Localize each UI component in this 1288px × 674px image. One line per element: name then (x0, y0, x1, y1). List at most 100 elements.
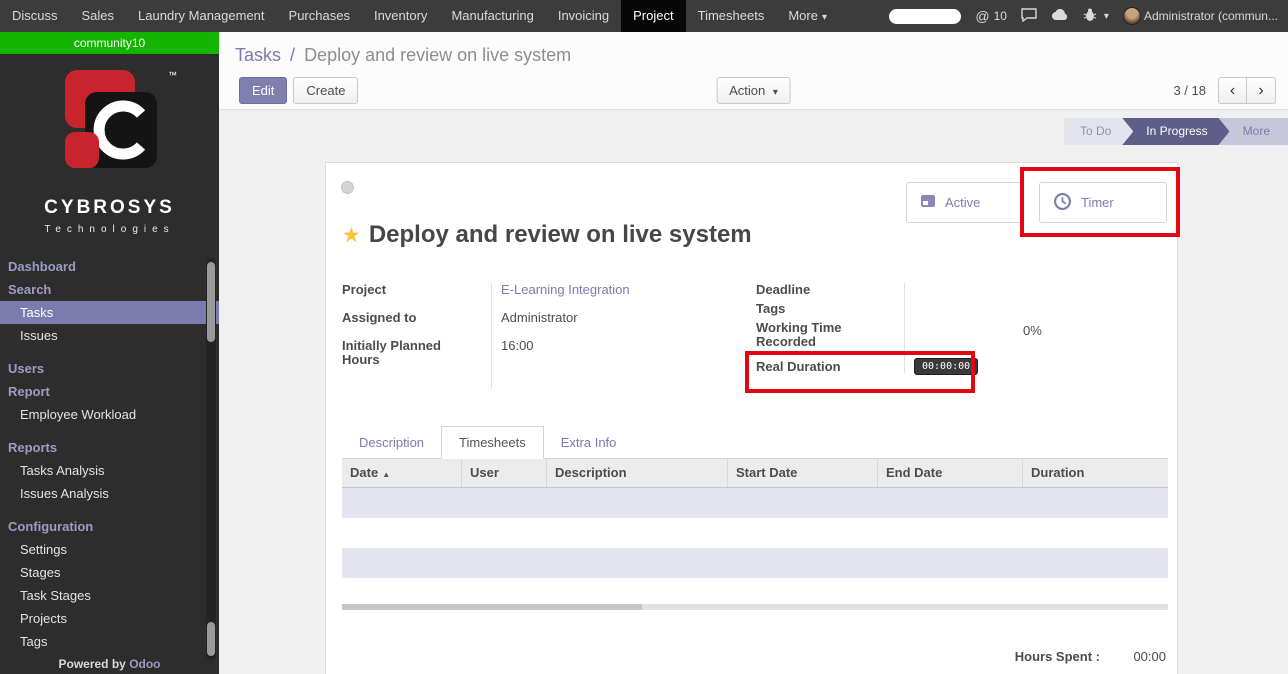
real-duration-label: Real Duration (756, 360, 904, 374)
create-button[interactable]: Create (293, 77, 358, 104)
assigned-to-label: Assigned to (342, 311, 491, 325)
user-name: Administrator (commun... (1144, 9, 1278, 23)
breadcrumb-separator: / (290, 45, 295, 65)
mentions-counter[interactable]: @ 10 (975, 8, 1007, 24)
column-date-label: Date (350, 465, 378, 480)
powered-by: Powered by Odoo (0, 657, 219, 671)
deadline-label: Deadline (756, 283, 904, 297)
database-banner: community10 (0, 32, 219, 54)
column-header-start-date[interactable]: Start Date (728, 459, 878, 487)
top-navbar: Discuss Sales Laundry Management Purchas… (0, 0, 1288, 32)
real-duration-badge: 00:00:00 (914, 358, 978, 375)
project-value-link[interactable]: E-Learning Integration (491, 283, 630, 297)
control-panel: Tasks / Deploy and review on live system… (219, 32, 1288, 110)
timer-button-label: Timer (1081, 195, 1114, 210)
menu-purchases[interactable]: Purchases (277, 0, 362, 32)
odoo-link[interactable]: Odoo (129, 657, 160, 671)
field-planned-hours: Initially Planned Hours 16:00 (342, 339, 672, 367)
column-header-duration[interactable]: Duration (1023, 459, 1168, 487)
user-menu[interactable]: Administrator (commun... (1123, 7, 1278, 25)
menu-inventory[interactable]: Inventory (362, 0, 439, 32)
sidebar-item-issues-analysis[interactable]: Issues Analysis (0, 482, 219, 505)
sidebar-item-tasks[interactable]: Tasks (0, 301, 219, 324)
field-real-duration: Real Duration 00:00:00 (756, 358, 1168, 375)
right-field-group: Deadline Tags Working Time Recorded Real… (756, 283, 1168, 380)
menu-laundry-management[interactable]: Laundry Management (126, 0, 276, 32)
menu-sales[interactable]: Sales (70, 0, 127, 32)
tab-description[interactable]: Description (342, 427, 441, 458)
powered-by-text: Powered by (58, 657, 125, 671)
timer-pill-widget[interactable] (889, 9, 961, 24)
sidebar-item-projects[interactable]: Projects (0, 607, 219, 630)
cloud-icon (1051, 9, 1069, 24)
breadcrumb-parent-link[interactable]: Tasks (235, 45, 281, 65)
sidebar-scrollbar[interactable] (206, 258, 216, 660)
sidebar-item-settings[interactable]: Settings (0, 538, 219, 561)
sync-button[interactable] (1051, 9, 1069, 24)
sidebar-item-users[interactable]: Users (0, 357, 219, 380)
column-header-description[interactable]: Description (547, 459, 728, 487)
table-horizontal-scrollbar[interactable] (342, 604, 1168, 610)
column-header-date[interactable]: Date▲ (342, 459, 462, 487)
assigned-to-value: Administrator (491, 311, 578, 325)
kanban-state-icon[interactable] (341, 181, 354, 194)
avatar (1123, 7, 1141, 25)
table-empty-row (342, 488, 1168, 518)
hours-spent-row: Hours Spent : 00:00 (1015, 649, 1166, 664)
menu-more[interactable]: More▾ (776, 0, 839, 32)
working-time-label: Working Time Recorded (756, 321, 904, 349)
table-empty-row (342, 548, 1168, 578)
caret-down-icon: ▾ (1104, 11, 1109, 22)
sidebar-item-tasks-analysis[interactable]: Tasks Analysis (0, 459, 219, 482)
edit-button[interactable]: Edit (239, 77, 287, 104)
deadline-value (904, 283, 914, 297)
sidebar-item-stages[interactable]: Stages (0, 561, 219, 584)
stage-in-progress[interactable]: In Progress (1122, 118, 1229, 145)
clock-icon (1053, 192, 1072, 214)
scrollbar-thumb[interactable] (342, 604, 642, 610)
menu-invoicing[interactable]: Invoicing (546, 0, 621, 32)
menu-project[interactable]: Project (621, 0, 685, 32)
sidebar-item-tags[interactable]: Tags (0, 630, 219, 653)
sidebar-item-dashboard[interactable]: Dashboard (0, 255, 219, 278)
field-tags: Tags (756, 302, 1168, 316)
pager-next-button[interactable]: › (1247, 77, 1276, 104)
field-assigned-to: Assigned to Administrator (342, 311, 672, 325)
debug-menu-button[interactable]: ▾ (1083, 8, 1109, 25)
sidebar-item-report[interactable]: Report (0, 380, 219, 403)
sidebar-item-configuration[interactable]: Configuration (0, 515, 219, 538)
field-project: Project E-Learning Integration (342, 283, 672, 297)
pager-previous-button[interactable]: ‹ (1218, 77, 1247, 104)
sidebar-item-task-stages[interactable]: Task Stages (0, 584, 219, 607)
main-menu: Discuss Sales Laundry Management Purchas… (0, 0, 839, 32)
timer-button[interactable]: Timer (1039, 182, 1167, 223)
active-toggle-button[interactable]: Active (906, 182, 1023, 223)
tab-extra-info[interactable]: Extra Info (544, 427, 634, 458)
sidebar-item-employee-workload[interactable]: Employee Workload (0, 403, 219, 426)
menu-discuss[interactable]: Discuss (0, 0, 70, 32)
brand-subtitle: Technologies (0, 224, 219, 235)
company-logo: ™ CYBROSYS Technologies (0, 54, 219, 235)
table-header: Date▲ User Description Start Date End Da… (342, 459, 1168, 488)
sidebar-item-reports[interactable]: Reports (0, 436, 219, 459)
hours-spent-value: 00:00 (1126, 649, 1166, 664)
menu-manufacturing[interactable]: Manufacturing (439, 0, 545, 32)
form-sheet: Active Timer ★ Deploy and review on live… (325, 162, 1178, 674)
column-header-user[interactable]: User (462, 459, 547, 487)
action-dropdown-button[interactable]: Action ▾ (716, 77, 791, 104)
messages-button[interactable] (1021, 8, 1037, 25)
stage-todo[interactable]: To Do (1064, 118, 1133, 145)
scrollbar-thumb[interactable] (207, 262, 215, 342)
systray: @ 10 ▾ Administrator (commun... (889, 0, 1288, 32)
active-icon (920, 193, 936, 212)
table-empty-row (342, 578, 1168, 604)
caret-down-icon: ▾ (773, 87, 778, 98)
favorite-star-icon[interactable]: ★ (342, 223, 361, 248)
menu-timesheets[interactable]: Timesheets (686, 0, 777, 32)
sidebar-item-issues[interactable]: Issues (0, 324, 219, 347)
column-header-end-date[interactable]: End Date (878, 459, 1023, 487)
scrollbar-thumb[interactable] (207, 622, 215, 656)
sidebar-item-search[interactable]: Search (0, 278, 219, 301)
bug-icon (1083, 8, 1097, 25)
tab-timesheets[interactable]: Timesheets (441, 426, 544, 459)
